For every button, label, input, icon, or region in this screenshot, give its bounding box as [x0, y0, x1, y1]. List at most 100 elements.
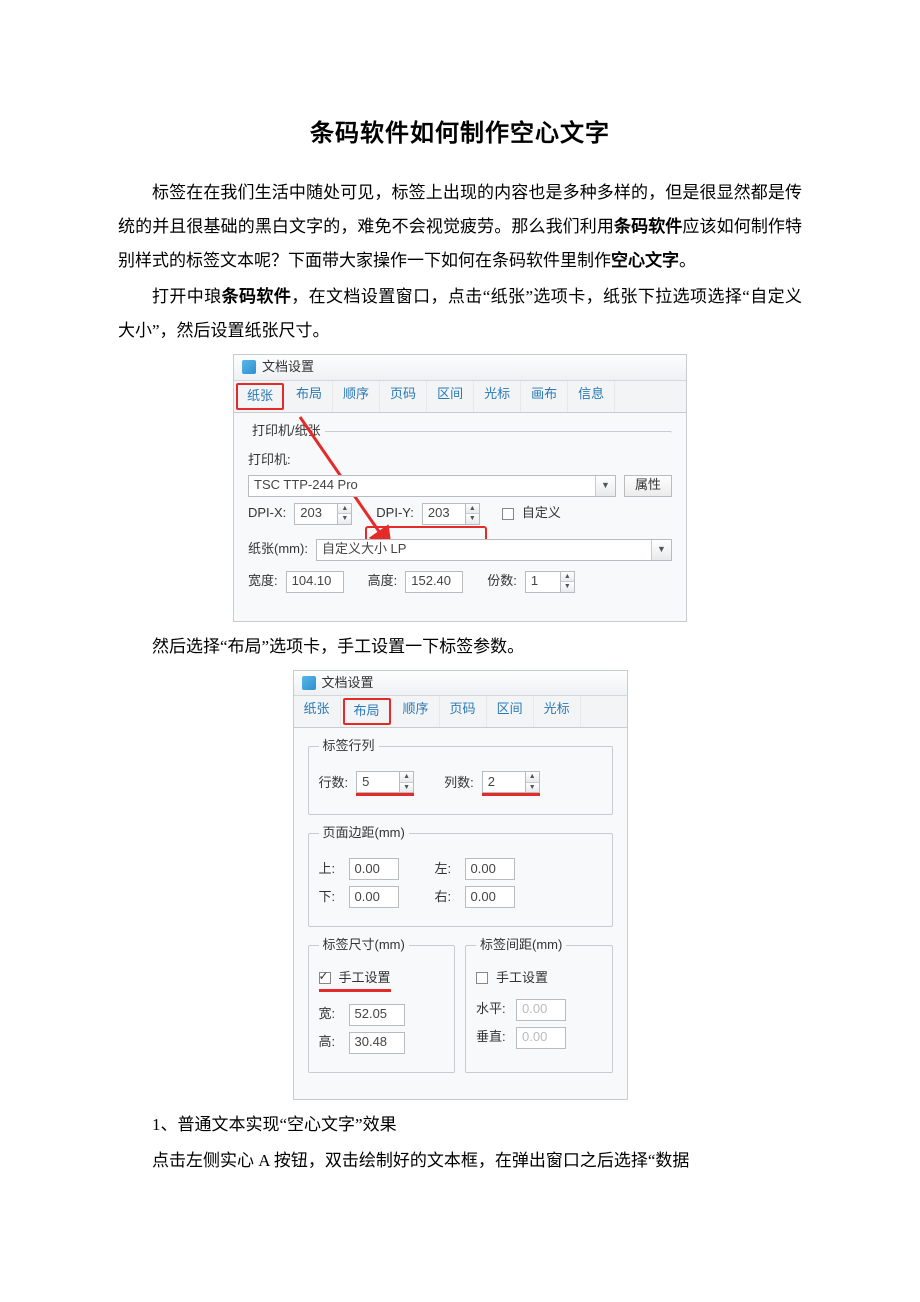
margin-bottom-input[interactable]: 0.00	[349, 886, 399, 908]
size-height-input[interactable]: 30.48	[349, 1032, 405, 1054]
tab-cursor[interactable]: 光标	[534, 696, 581, 727]
rows-stepper[interactable]: 5 ▲▼	[356, 771, 414, 796]
chevron-up-icon: ▲	[466, 504, 479, 515]
paragraph-2: 打开中琅条码软件，在文档设置窗口，点击“纸张”选项卡，纸张下拉选项选择“自定义大…	[118, 280, 802, 348]
tab-cursor[interactable]: 光标	[474, 381, 521, 412]
gap-horizontal-label: 水平:	[476, 1001, 508, 1018]
chevron-up-icon: ▲	[561, 572, 574, 583]
rows-input[interactable]: 5	[356, 771, 400, 793]
chevron-down-icon: ▼	[595, 476, 615, 496]
cols-label: 列数:	[444, 775, 474, 792]
chevron-down-icon: ▼	[651, 540, 671, 560]
gap-manual-checkbox[interactable]	[476, 972, 488, 984]
width-input[interactable]: 104.10	[286, 571, 344, 593]
tab-canvas[interactable]: 画布	[521, 381, 568, 412]
chevron-down-icon: ▼	[526, 783, 539, 793]
dialog-titlebar: 文档设置	[294, 671, 627, 697]
tab-page[interactable]: 页码	[380, 381, 427, 412]
chevron-down-icon: ▼	[400, 783, 413, 793]
width-label: 宽度:	[248, 573, 278, 590]
cols-stepper[interactable]: 2 ▲▼	[482, 771, 540, 796]
margin-bottom-label: 下:	[319, 889, 341, 906]
properties-button[interactable]: 属性	[624, 475, 672, 497]
page-title: 条码软件如何制作空心文字	[118, 110, 802, 158]
chevron-down-icon: ▼	[338, 514, 351, 524]
margin-left-input[interactable]: 0.00	[465, 858, 515, 880]
tab-order[interactable]: 顺序	[333, 381, 380, 412]
page-margin-group: 页面边距(mm) 上: 0.00 左: 0.00 下: 0.00 右: 0.00	[308, 825, 613, 927]
copies-stepper[interactable]: 1 ▲▼	[525, 571, 575, 593]
tab-paper[interactable]: 纸张	[236, 383, 284, 410]
tab-bar: 纸张 布局 顺序 页码 区间 光标	[294, 696, 627, 728]
paragraph-1: 标签在在我们生活中随处可见，标签上出现的内容也是多种多样的，但是很显然都是传统的…	[118, 176, 802, 278]
gap-manual-label: 手工设置	[496, 970, 548, 987]
margin-right-input[interactable]: 0.00	[465, 886, 515, 908]
text: 。	[679, 251, 696, 270]
tab-range[interactable]: 区间	[427, 381, 474, 412]
copies-label: 份数:	[487, 573, 517, 590]
gap-vertical-label: 垂直:	[476, 1029, 508, 1046]
document-settings-dialog-2: 文档设置 纸张 布局 顺序 页码 区间 光标 标签行列 行数: 5 ▲▼ 列数:	[293, 670, 628, 1100]
dpiy-label: DPI-Y:	[376, 505, 414, 522]
bold-term: 条码软件	[222, 287, 292, 306]
paragraph-5: 点击左侧实心 A 按钮，双击绘制好的文本框，在弹出窗口之后选择“数据	[118, 1144, 802, 1178]
chevron-up-icon: ▲	[400, 772, 413, 783]
size-width-input[interactable]: 52.05	[349, 1004, 405, 1026]
document-settings-dialog-1: 文档设置 纸张 布局 顺序 页码 区间 光标 画布 信息 打印机/纸张 打印机:…	[233, 354, 687, 622]
printer-select[interactable]: TSC TTP-244 Pro ▼	[248, 475, 616, 497]
tab-order[interactable]: 顺序	[393, 696, 440, 727]
chevron-up-icon: ▲	[338, 504, 351, 515]
tab-bar: 纸张 布局 顺序 页码 区间 光标 画布 信息	[234, 381, 686, 413]
custom-checkbox[interactable]	[502, 508, 514, 520]
gap-vertical-input: 0.00	[516, 1027, 566, 1049]
margin-top-label: 上:	[319, 861, 341, 878]
dialog-title: 文档设置	[262, 359, 314, 376]
height-label: 高度:	[368, 573, 398, 590]
dpix-input[interactable]: 203	[294, 503, 338, 525]
paper-size-select[interactable]: 自定义大小 LP ▼	[316, 539, 672, 561]
custom-label: 自定义	[522, 505, 561, 522]
tab-page[interactable]: 页码	[440, 696, 487, 727]
app-logo-icon	[242, 360, 256, 374]
manual-set-label: 手工设置	[339, 970, 391, 987]
printer-label: 打印机:	[248, 452, 291, 469]
tab-info[interactable]: 信息	[568, 381, 615, 412]
margin-legend: 页面边距(mm)	[319, 825, 409, 842]
rows-label: 行数:	[319, 775, 349, 792]
label-size-legend: 标签尺寸(mm)	[319, 937, 409, 954]
chevron-down-icon: ▼	[561, 582, 574, 592]
chevron-down-icon: ▼	[466, 514, 479, 524]
dialog-titlebar: 文档设置	[234, 355, 686, 381]
margin-left-label: 左:	[435, 861, 457, 878]
manual-set-checkbox[interactable]	[319, 972, 331, 984]
chevron-up-icon: ▲	[526, 772, 539, 783]
size-height-label: 高:	[319, 1034, 341, 1051]
copies-input[interactable]: 1	[525, 571, 561, 593]
printer-value: TSC TTP-244 Pro	[254, 477, 358, 494]
label-size-group: 标签尺寸(mm) 手工设置 宽: 52.05 高: 30.48	[308, 937, 456, 1073]
size-width-label: 宽:	[319, 1006, 341, 1023]
height-input[interactable]: 152.40	[405, 571, 463, 593]
printer-paper-legend: 打印机/纸张	[248, 423, 325, 440]
paragraph-4: 1、普通文本实现“空心文字”效果	[118, 1108, 802, 1142]
margin-right-label: 右:	[435, 889, 457, 906]
label-gap-legend: 标签间距(mm)	[476, 937, 566, 954]
dpix-stepper[interactable]: 203 ▲▼	[294, 503, 352, 525]
tab-layout[interactable]: 布局	[286, 381, 333, 412]
margin-top-input[interactable]: 0.00	[349, 858, 399, 880]
bold-term: 条码软件	[614, 217, 682, 236]
printer-paper-group: 打印机/纸张 打印机: TSC TTP-244 Pro ▼ 属性 DPI-X: …	[248, 423, 672, 599]
bold-term: 空心文字	[611, 251, 679, 270]
label-gap-group: 标签间距(mm) 手工设置 水平: 0.00 垂直: 0.00	[465, 937, 613, 1073]
dpix-label: DPI-X:	[248, 505, 286, 522]
tab-layout[interactable]: 布局	[343, 698, 391, 725]
dpiy-stepper[interactable]: 203 ▲▼	[422, 503, 480, 525]
text: 打开中琅	[152, 287, 222, 306]
dpiy-input[interactable]: 203	[422, 503, 466, 525]
dialog-title: 文档设置	[322, 675, 374, 692]
cols-input[interactable]: 2	[482, 771, 526, 793]
tab-range[interactable]: 区间	[487, 696, 534, 727]
gap-horizontal-input: 0.00	[516, 999, 566, 1021]
app-logo-icon	[302, 676, 316, 690]
tab-paper[interactable]: 纸张	[294, 696, 341, 727]
